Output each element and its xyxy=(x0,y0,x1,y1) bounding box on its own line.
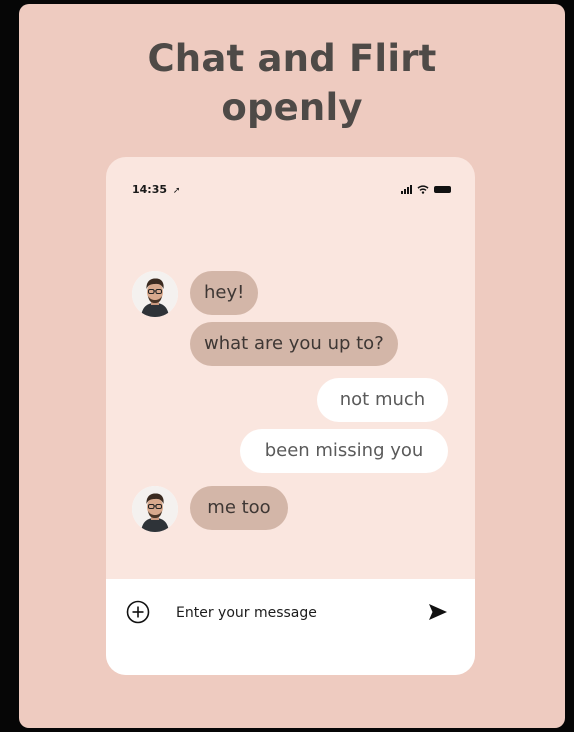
message-composer xyxy=(106,579,475,675)
contact-avatar[interactable] xyxy=(132,271,178,317)
headline-line-1: Chat and Flirt xyxy=(147,37,437,80)
location-arrow-icon: ➚ xyxy=(172,186,181,196)
man-with-glasses-avatar-icon xyxy=(132,486,178,532)
battery-icon xyxy=(434,186,451,193)
incoming-message-bubble[interactable]: me too xyxy=(190,486,288,530)
status-time-text: 14:35 xyxy=(132,183,168,196)
headline-line-2: openly xyxy=(221,86,363,129)
incoming-message-bubble[interactable]: what are you up to? xyxy=(190,322,398,366)
status-bar: 14:35 ➚ xyxy=(106,183,475,199)
incoming-message-bubble[interactable]: hey! xyxy=(190,271,259,315)
headline: Chat and Flirt openly xyxy=(19,34,565,132)
status-icons xyxy=(401,185,451,194)
wifi-icon xyxy=(417,185,429,194)
phone-chat-screen: 14:35 ➚ hey! what are you up to? not muc… xyxy=(106,157,475,675)
status-time: 14:35 ➚ xyxy=(132,183,180,196)
outgoing-message-bubble[interactable]: not much xyxy=(317,378,448,422)
cellular-signal-icon xyxy=(401,185,412,194)
plus-circle-icon[interactable] xyxy=(126,600,150,624)
man-with-glasses-avatar-icon xyxy=(132,271,178,317)
contact-avatar[interactable] xyxy=(132,486,178,532)
message-input[interactable] xyxy=(176,599,416,627)
promo-card: Chat and Flirt openly 14:35 ➚ hey! what … xyxy=(19,4,565,728)
outgoing-message-bubble[interactable]: been missing you xyxy=(240,429,448,473)
send-icon[interactable] xyxy=(427,601,449,623)
